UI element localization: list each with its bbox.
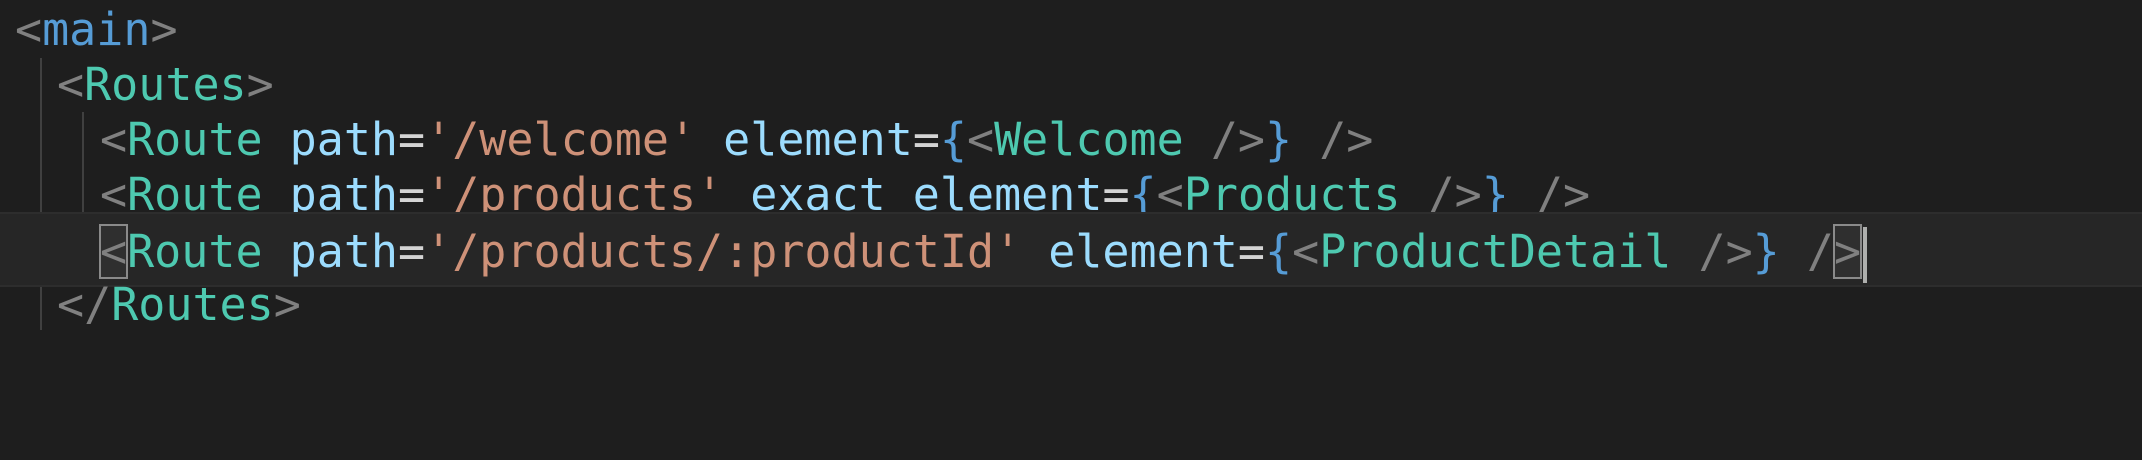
code-editor[interactable]: <main> <Routes> <Route path='/welcome' e… [0,0,2142,460]
code-token: > [273,278,301,331]
code-token: Routes [111,278,274,331]
code-line-6[interactable]: </Routes> [0,267,2142,342]
code-token: </ [57,278,112,331]
code-line-6-text: </Routes> [57,267,301,342]
